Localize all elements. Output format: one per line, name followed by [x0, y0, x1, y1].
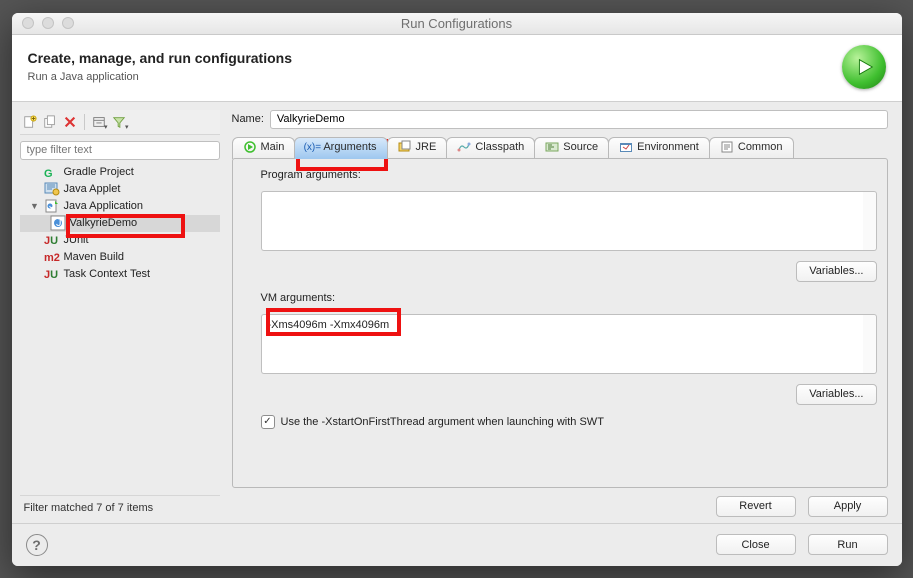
- java-applet-icon: [44, 181, 60, 197]
- maven-icon: m2: [44, 249, 60, 265]
- vm-vars-button[interactable]: Variables...: [796, 384, 876, 405]
- window-title: Run Configurations: [12, 16, 902, 31]
- left-panel: ▾ ▾ GGradle Project Java Applet ▼JJava A…: [20, 110, 220, 517]
- header-subtitle: Run a Java application: [28, 71, 293, 83]
- run-configurations-dialog: Run Configurations Create, manage, and r…: [12, 13, 902, 566]
- apply-button[interactable]: Apply: [808, 496, 888, 517]
- svg-text:m2: m2: [44, 252, 60, 264]
- tree-item-maven[interactable]: m2Maven Build: [20, 249, 220, 266]
- arguments-tab-icon: (x)=: [305, 140, 319, 154]
- duplicate-config-icon[interactable]: [42, 114, 58, 130]
- java-app-icon: J: [44, 198, 60, 214]
- tab-source[interactable]: Source: [534, 137, 609, 159]
- environment-tab-icon: [619, 140, 633, 154]
- swt-checkbox-label: Use the -XstartOnFirstThread argument wh…: [281, 416, 604, 428]
- run-button[interactable]: Run: [808, 534, 888, 555]
- common-tab-icon: [720, 140, 734, 154]
- header-title: Create, manage, and run configurations: [28, 50, 293, 66]
- tree-item-junit[interactable]: JUJUnit: [20, 232, 220, 249]
- svg-text:JU: JU: [44, 235, 58, 247]
- arguments-panel: Program arguments: Variables... VM argum…: [232, 158, 888, 488]
- tab-arguments[interactable]: (x)=Arguments: [294, 137, 387, 159]
- program-vars-button[interactable]: Variables...: [796, 261, 876, 282]
- dialog-footer: ? Close Run: [12, 523, 902, 566]
- tab-environment[interactable]: Environment: [608, 137, 710, 159]
- titlebar: Run Configurations: [12, 13, 902, 35]
- vm-args-label: VM arguments:: [243, 292, 877, 304]
- new-config-icon[interactable]: [22, 114, 38, 130]
- delete-config-icon[interactable]: [62, 114, 78, 130]
- swt-checkbox[interactable]: ✓: [261, 415, 275, 429]
- svg-text:J: J: [49, 199, 55, 211]
- dialog-header: Create, manage, and run configurations R…: [12, 35, 902, 102]
- scrollbar[interactable]: [863, 191, 877, 251]
- svg-text:J: J: [56, 217, 62, 229]
- main-tab-icon: [243, 140, 257, 154]
- java-run-icon: J: [50, 215, 66, 231]
- svg-text:G: G: [44, 168, 53, 180]
- source-tab-icon: [545, 140, 559, 154]
- tree-item-java-app[interactable]: ▼JJava Application: [20, 198, 220, 215]
- svg-text:JU: JU: [44, 269, 58, 281]
- tree-item-applet[interactable]: Java Applet: [20, 181, 220, 198]
- right-panel: Name: Main (x)=Arguments JRE Classpath S…: [226, 110, 894, 517]
- program-args-input[interactable]: [261, 191, 863, 251]
- junit-icon: JU: [44, 266, 60, 282]
- revert-button[interactable]: Revert: [716, 496, 796, 517]
- jre-tab-icon: [398, 140, 412, 154]
- classpath-tab-icon: [457, 140, 471, 154]
- filter-input[interactable]: [20, 141, 220, 160]
- tab-classpath[interactable]: Classpath: [446, 137, 535, 159]
- junit-icon: JU: [44, 232, 60, 248]
- tree-item-gradle[interactable]: GGradle Project: [20, 164, 220, 181]
- name-label: Name:: [232, 113, 264, 125]
- filter-status: Filter matched 7 of 7 items: [20, 495, 220, 517]
- tree-item-task-context[interactable]: JUTask Context Test: [20, 266, 220, 283]
- close-button[interactable]: Close: [716, 534, 796, 555]
- config-toolbar: ▾ ▾: [20, 110, 220, 135]
- tab-jre[interactable]: JRE: [387, 137, 448, 159]
- collapse-all-icon[interactable]: ▾: [91, 114, 107, 130]
- vm-args-input[interactable]: [261, 314, 863, 374]
- tab-common[interactable]: Common: [709, 137, 794, 159]
- run-icon: [842, 45, 886, 89]
- tab-main[interactable]: Main: [232, 137, 296, 159]
- program-args-label: Program arguments:: [243, 169, 877, 181]
- name-input[interactable]: [270, 110, 888, 129]
- gradle-icon: G: [44, 164, 60, 180]
- filter-icon[interactable]: ▾: [111, 114, 127, 130]
- config-tree[interactable]: GGradle Project Java Applet ▼JJava Appli…: [20, 164, 220, 495]
- scrollbar[interactable]: [863, 314, 877, 374]
- tree-item-valkyrie[interactable]: JValkyrieDemo: [20, 215, 220, 232]
- caret-down-icon[interactable]: ▼: [30, 201, 40, 211]
- help-icon[interactable]: ?: [26, 534, 48, 556]
- tab-bar: Main (x)=Arguments JRE Classpath Source …: [226, 135, 894, 159]
